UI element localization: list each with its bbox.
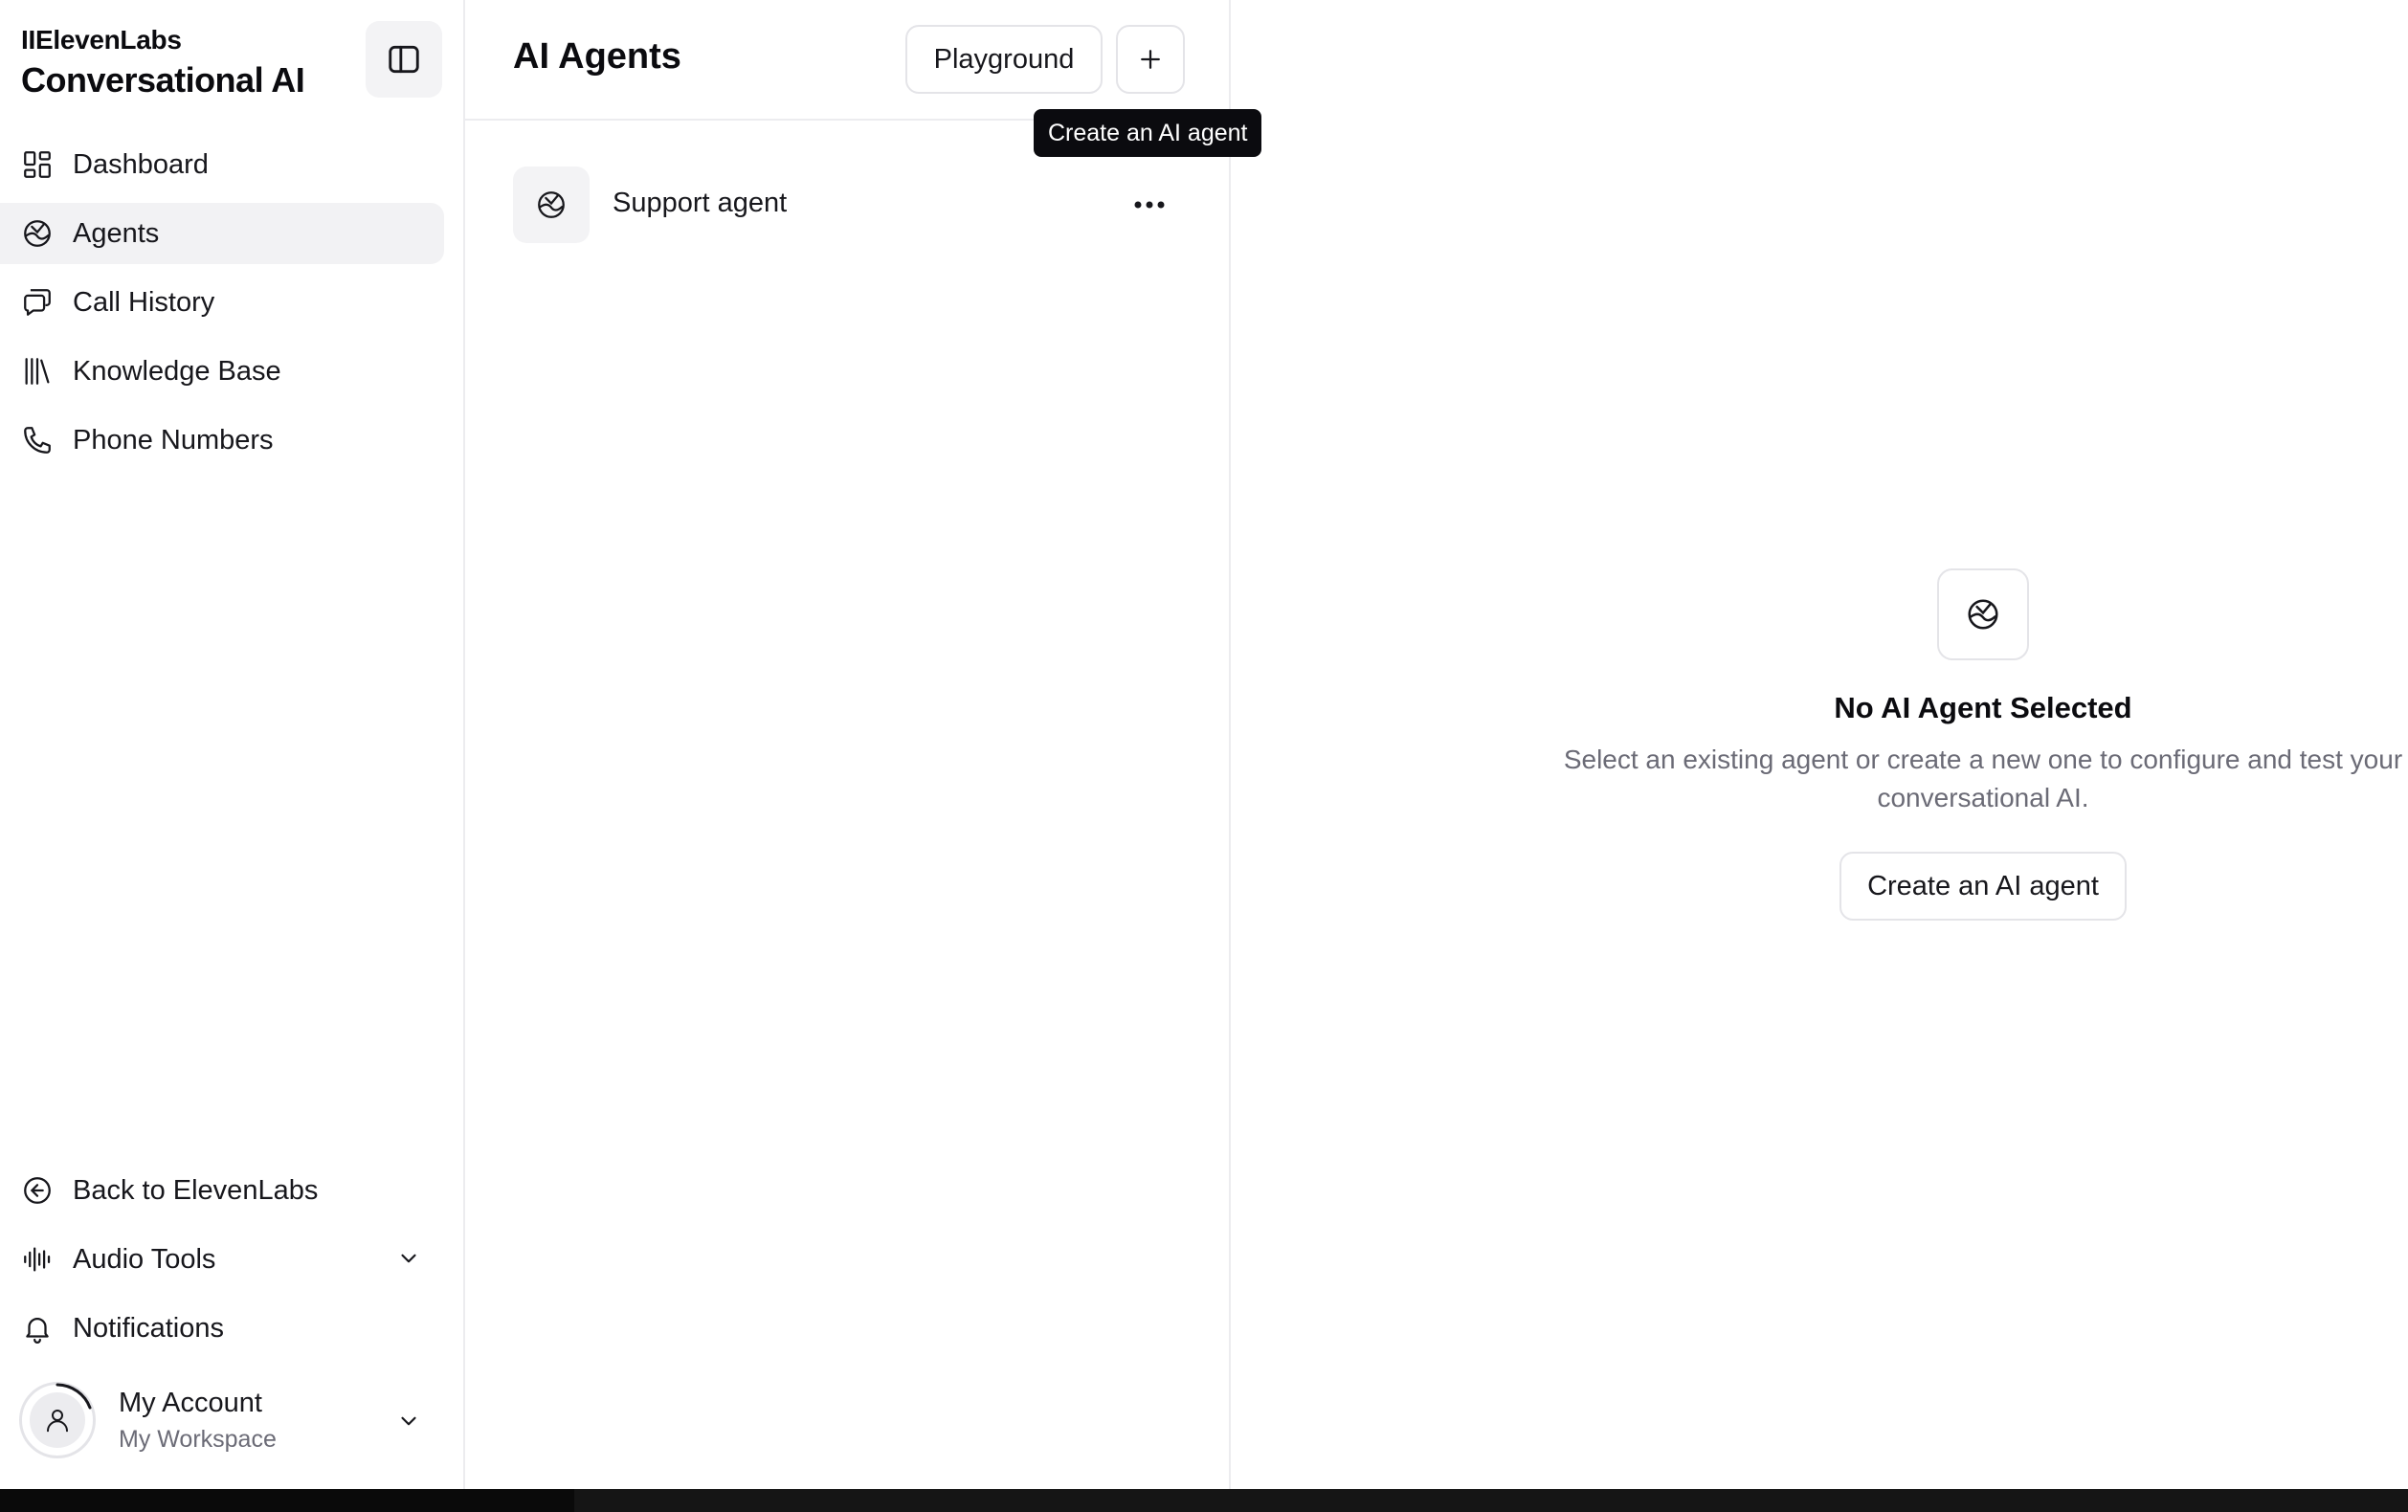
account-menu[interactable]: My Account My Workspace <box>0 1376 465 1468</box>
sidebar-item-audio-tools[interactable]: Audio Tools <box>0 1229 444 1290</box>
agent-name: Support agent <box>613 188 788 218</box>
brand-logo[interactable]: IIElevenLabs Conversational AI <box>21 25 305 101</box>
page-title: AI Agents <box>513 36 681 77</box>
chat-icon <box>21 286 54 319</box>
chevron-down-icon[interactable] <box>396 1409 421 1434</box>
taskbar-strip <box>0 1489 2408 1512</box>
sidebar-item-label: Notifications <box>73 1312 224 1344</box>
main-nav: Dashboard Agents Call History Knowledge … <box>0 134 465 478</box>
plus-icon <box>1141 50 1160 69</box>
library-icon <box>21 355 54 388</box>
chevron-down-icon[interactable] <box>396 1246 421 1271</box>
account-name: My Account <box>119 1388 262 1418</box>
workspace-name: My Workspace <box>119 1426 277 1453</box>
dashboard-icon <box>21 148 54 181</box>
agents-list-panel: AI Agents Playground Create an AI agent … <box>465 0 1262 1489</box>
create-agent-tooltip: Create an AI agent <box>1034 109 1262 157</box>
sidebar-item-back-to-elevenlabs[interactable]: Back to ElevenLabs <box>0 1160 444 1221</box>
app-window: IIElevenLabs Conversational AI Dashboard <box>0 0 2408 1489</box>
arrow-left-circle-icon <box>21 1174 54 1207</box>
bell-icon <box>21 1312 54 1345</box>
sidebar-item-notifications[interactable]: Notifications <box>0 1298 444 1359</box>
brand-company: IIElevenLabs <box>21 25 182 55</box>
sidebar-item-label: Audio Tools <box>73 1243 216 1275</box>
sidebar-item-label: Call History <box>73 286 215 318</box>
sidebar-toggle-button[interactable] <box>366 21 442 98</box>
sidebar-item-call-history[interactable]: Call History <box>0 272 444 333</box>
agents-icon <box>538 191 565 218</box>
list-item[interactable]: Support agent <box>513 167 1202 243</box>
sidebar-item-label: Phone Numbers <box>73 424 274 456</box>
more-options-button[interactable] <box>1126 188 1173 222</box>
sidebar-item-knowledge-base[interactable]: Knowledge Base <box>0 341 444 402</box>
audio-waveform-icon <box>21 1243 54 1276</box>
brand-product: Conversational AI <box>21 60 305 100</box>
agent-avatar <box>513 167 590 243</box>
sidebar-item-label: Knowledge Base <box>73 355 281 387</box>
sidebar-item-label: Dashboard <box>73 148 209 180</box>
sidebar-item-dashboard[interactable]: Dashboard <box>0 134 444 195</box>
playground-button[interactable]: Playground <box>905 25 1103 94</box>
agents-icon <box>21 217 54 250</box>
sidebar-item-label: Back to ElevenLabs <box>73 1174 319 1206</box>
agent-detail-panel: No AI Agent Selected Select an existing … <box>1233 0 2408 1489</box>
avatar-progress-arc <box>56 1383 92 1410</box>
sidebar-item-agents[interactable]: Agents <box>0 203 444 264</box>
more-horizontal-icon <box>1134 201 1165 209</box>
list-header: AI Agents Playground <box>465 0 1231 121</box>
empty-state-icon-box <box>1937 568 2029 660</box>
secondary-nav: Back to ElevenLabs Audio Tools Notificat… <box>0 1160 465 1367</box>
sidebar-panel-icon <box>389 45 419 74</box>
sidebar-item-phone-numbers[interactable]: Phone Numbers <box>0 410 444 471</box>
phone-icon <box>21 424 54 456</box>
empty-state-title: No AI Agent Selected <box>1834 691 2132 724</box>
create-agent-button[interactable] <box>1116 25 1185 94</box>
sidebar-item-label: Agents <box>73 217 160 249</box>
empty-state-description: Select an existing agent or create a new… <box>1563 745 2403 812</box>
create-agent-cta-button[interactable]: Create an AI agent <box>1839 852 2127 921</box>
sidebar: IIElevenLabs Conversational AI Dashboard <box>0 0 465 1489</box>
agents-icon <box>1968 599 1998 630</box>
